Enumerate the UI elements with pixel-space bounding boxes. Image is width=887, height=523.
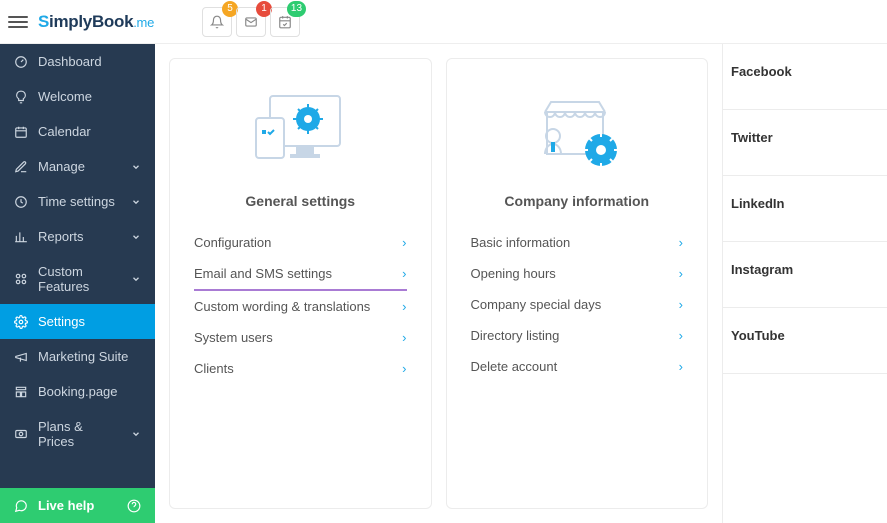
- brand-logo[interactable]: SimplyBook.me: [38, 12, 154, 32]
- nav-label: Live help: [38, 498, 94, 513]
- mail-icon: [244, 15, 258, 29]
- social-column: Facebook Twitter LinkedIn Instagram YouT…: [722, 44, 887, 523]
- link-label: Custom wording & translations: [194, 299, 370, 314]
- link-company-special-days[interactable]: Company special days ›: [471, 289, 684, 320]
- sidebar: Dashboard Welcome Calendar Manage Time s…: [0, 44, 155, 523]
- link-label: Clients: [194, 361, 234, 376]
- link-label: Company special days: [471, 297, 602, 312]
- general-settings-illustration: [240, 79, 360, 179]
- chevron-right-icon: ›: [679, 266, 683, 281]
- link-delete-account[interactable]: Delete account ›: [471, 351, 684, 382]
- pencil-icon: [14, 160, 28, 174]
- main-content: General settings Configuration › Email a…: [155, 44, 722, 523]
- chevron-down-icon: [131, 232, 141, 242]
- bell-icon: [210, 15, 224, 29]
- nav-label: Manage: [38, 159, 85, 174]
- sidebar-item-live-help[interactable]: Live help: [0, 488, 155, 523]
- bulb-icon: [14, 90, 28, 104]
- sidebar-item-manage[interactable]: Manage: [0, 149, 155, 184]
- link-label: Email and SMS settings: [194, 266, 332, 281]
- chevron-right-icon: ›: [679, 235, 683, 250]
- gear-icon: [14, 315, 28, 329]
- nav-label: Plans & Prices: [38, 419, 121, 449]
- social-youtube[interactable]: YouTube: [723, 308, 887, 374]
- link-opening-hours[interactable]: Opening hours ›: [471, 258, 684, 289]
- link-label: Basic information: [471, 235, 571, 250]
- nav-label: Custom Features: [38, 264, 121, 294]
- sidebar-item-calendar[interactable]: Calendar: [0, 114, 155, 149]
- page-icon: [14, 385, 28, 399]
- chevron-down-icon: [131, 197, 141, 207]
- tasks-badge: 13: [287, 1, 306, 17]
- social-facebook[interactable]: Facebook: [723, 44, 887, 110]
- nav-label: Calendar: [38, 124, 91, 139]
- barchart-icon: [14, 230, 28, 244]
- puzzle-icon: [14, 272, 28, 286]
- link-directory-listing[interactable]: Directory listing ›: [471, 320, 684, 351]
- card-title: Company information: [504, 193, 649, 209]
- chevron-right-icon: ›: [402, 235, 406, 250]
- chevron-down-icon: [131, 274, 141, 284]
- hamburger-menu[interactable]: [8, 16, 28, 28]
- sidebar-item-welcome[interactable]: Welcome: [0, 79, 155, 114]
- card-title: General settings: [245, 193, 355, 209]
- clock-icon: [14, 195, 28, 209]
- sidebar-item-booking-page[interactable]: Booking.page: [0, 374, 155, 409]
- sidebar-item-marketing[interactable]: Marketing Suite: [0, 339, 155, 374]
- nav-label: Dashboard: [38, 54, 102, 69]
- sidebar-item-time-settings[interactable]: Time settings: [0, 184, 155, 219]
- social-twitter[interactable]: Twitter: [723, 110, 887, 176]
- card-general-settings: General settings Configuration › Email a…: [169, 58, 432, 509]
- social-linkedin[interactable]: LinkedIn: [723, 176, 887, 242]
- link-system-users[interactable]: System users ›: [194, 322, 407, 353]
- link-clients[interactable]: Clients ›: [194, 353, 407, 384]
- sidebar-item-reports[interactable]: Reports: [0, 219, 155, 254]
- chat-icon: [14, 499, 28, 513]
- tasks-button[interactable]: 13: [270, 7, 300, 37]
- nav-label: Reports: [38, 229, 84, 244]
- link-basic-information[interactable]: Basic information ›: [471, 227, 684, 258]
- chevron-right-icon: ›: [402, 299, 406, 314]
- nav-label: Welcome: [38, 89, 92, 104]
- calendar-check-icon: [278, 15, 292, 29]
- calendar-icon: [14, 125, 28, 139]
- nav-label: Settings: [38, 314, 85, 329]
- link-label: System users: [194, 330, 273, 345]
- nav-label: Booking.page: [38, 384, 118, 399]
- sidebar-item-dashboard[interactable]: Dashboard: [0, 44, 155, 79]
- chevron-down-icon: [131, 162, 141, 172]
- notifications-button[interactable]: 5: [202, 7, 232, 37]
- dashboard-icon: [14, 55, 28, 69]
- card-company-information: Company information Basic information › …: [446, 58, 709, 509]
- link-configuration[interactable]: Configuration ›: [194, 227, 407, 258]
- chevron-right-icon: ›: [402, 266, 406, 281]
- chevron-right-icon: ›: [679, 328, 683, 343]
- chevron-down-icon: [131, 429, 141, 439]
- link-custom-wording[interactable]: Custom wording & translations ›: [194, 291, 407, 322]
- megaphone-icon: [14, 350, 28, 364]
- link-email-sms-settings[interactable]: Email and SMS settings ›: [194, 258, 407, 291]
- chevron-right-icon: ›: [679, 297, 683, 312]
- chevron-right-icon: ›: [402, 330, 406, 345]
- sidebar-item-settings[interactable]: Settings: [0, 304, 155, 339]
- price-icon: [14, 427, 28, 441]
- chevron-right-icon: ›: [679, 359, 683, 374]
- link-label: Opening hours: [471, 266, 556, 281]
- link-label: Configuration: [194, 235, 271, 250]
- social-instagram[interactable]: Instagram: [723, 242, 887, 308]
- link-label: Delete account: [471, 359, 558, 374]
- nav-label: Marketing Suite: [38, 349, 128, 364]
- company-info-illustration: [517, 79, 637, 179]
- nav-label: Time settings: [38, 194, 115, 209]
- sidebar-item-plans[interactable]: Plans & Prices: [0, 409, 155, 459]
- help-icon: [127, 499, 141, 513]
- messages-button[interactable]: 1: [236, 7, 266, 37]
- link-label: Directory listing: [471, 328, 560, 343]
- chevron-right-icon: ›: [402, 361, 406, 376]
- sidebar-item-custom-features[interactable]: Custom Features: [0, 254, 155, 304]
